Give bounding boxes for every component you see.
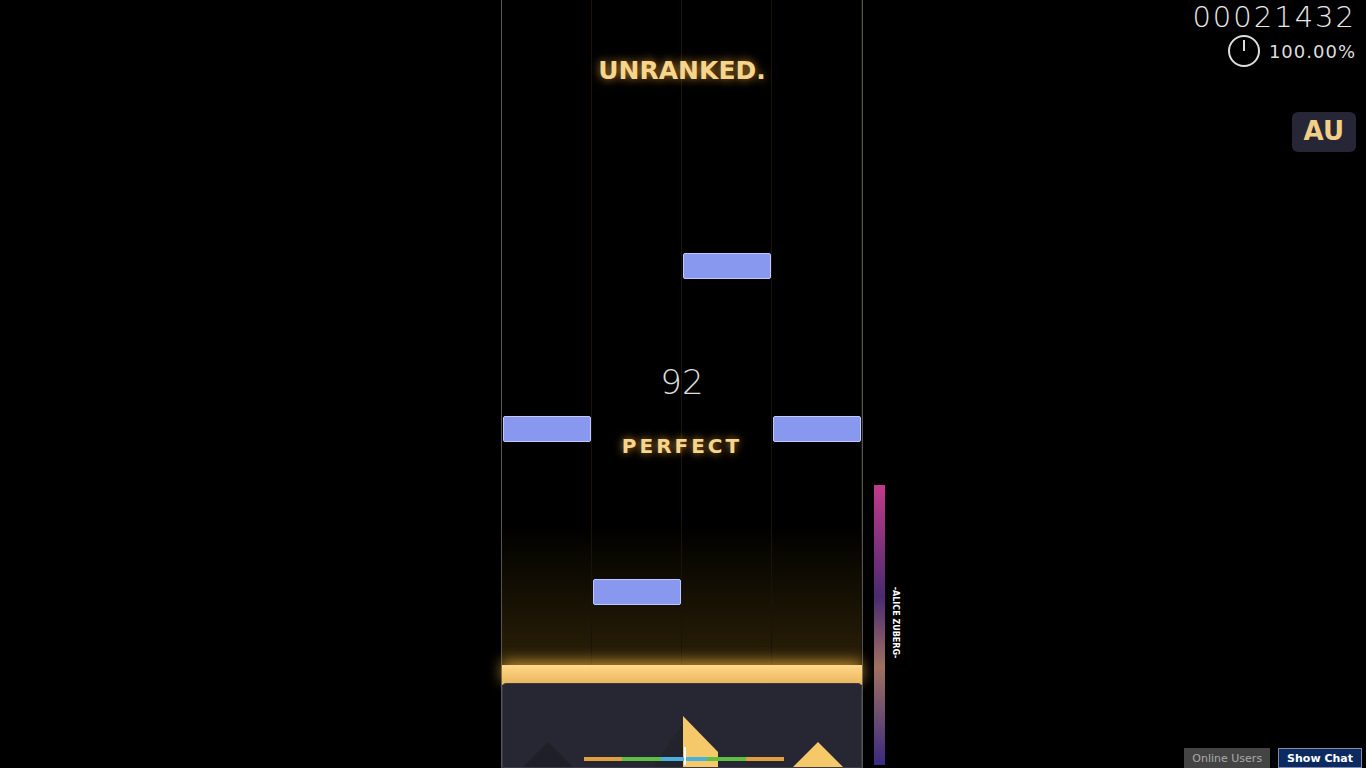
hit-error-bar (584, 757, 784, 761)
clock-icon (1227, 34, 1261, 68)
judgement-line (502, 665, 862, 685)
note (593, 579, 681, 605)
lane-area: UNRANKED.92PERFECT (502, 0, 862, 683)
lane (502, 0, 592, 683)
game-screen: UNRANKED.92PERFECT00021432100.00%AU-ALIC… (0, 0, 1366, 768)
combo-counter: 92 (502, 362, 862, 402)
lane (682, 0, 772, 683)
note (503, 416, 591, 442)
artist-text: -ALICE ZUBERG- (891, 578, 900, 668)
note (683, 253, 771, 279)
status-text: UNRANKED. (502, 56, 862, 85)
score-panel: 00021432 100.00% AU (1192, 0, 1356, 152)
hit-error-marker (684, 747, 686, 765)
stage-bottom (502, 683, 862, 768)
overlay-button[interactable]: Online Users (1184, 748, 1270, 768)
accuracy: 100.00% (1269, 41, 1356, 62)
song-progress (874, 485, 885, 765)
playfield: UNRANKED.92PERFECT (501, 0, 863, 768)
overlay-button[interactable]: Show Chat (1278, 748, 1362, 768)
lane (772, 0, 862, 683)
score: 00021432 (1192, 0, 1356, 34)
note (773, 416, 861, 442)
triangles-icon (503, 684, 861, 767)
mod-badge: AU (1292, 112, 1356, 152)
